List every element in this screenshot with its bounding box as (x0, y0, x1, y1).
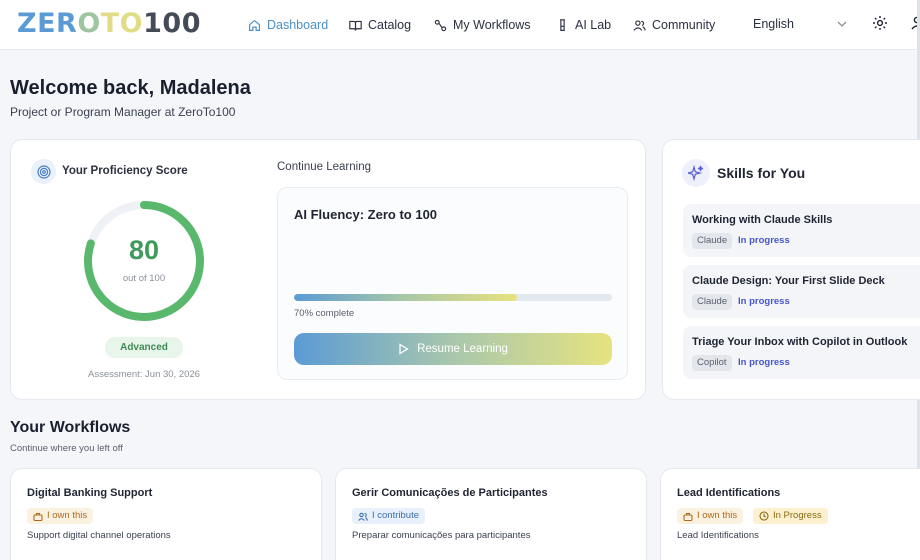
workflow-card[interactable]: Lead Identifications I own this In Progr… (660, 468, 920, 560)
page-title: Welcome back, Madalena (10, 77, 251, 99)
skill-status: In progress (738, 235, 790, 246)
workflow-description: Support digital channel operations (27, 530, 171, 541)
contributor-badge: I contribute (352, 508, 425, 524)
skill-status: In progress (738, 357, 790, 368)
progress-text: 70% complete (294, 308, 355, 319)
nav-ai-lab-label: AI Lab (575, 18, 612, 32)
nav-my-workflows[interactable]: My Workflows (434, 14, 531, 36)
user-role: Project or Program Manager at ZeroTo100 (10, 105, 236, 119)
ownership-badge: I own this (677, 508, 744, 524)
nav-ai-lab[interactable]: AI Lab (556, 14, 611, 36)
play-icon (399, 343, 409, 355)
proficiency-card: Your Proficiency Score 80 out of 100 Adv… (10, 139, 646, 400)
nav-dashboard[interactable]: Dashboard (248, 14, 328, 36)
workflow-icon (434, 19, 447, 31)
workflows-subtitle: Continue where you left off (10, 443, 123, 454)
workflow-card[interactable]: Digital Banking Support I own this Suppo… (10, 468, 322, 560)
skill-tag: Claude (692, 294, 733, 310)
nav-community[interactable]: Community (633, 14, 715, 36)
nav-catalog[interactable]: Catalog (349, 14, 411, 36)
ownership-badge-label: I own this (47, 510, 88, 521)
nav-catalog-label: Catalog (368, 18, 412, 32)
workflow-description: Lead Identifications (677, 530, 759, 541)
skill-status: In progress (738, 296, 790, 307)
nav-my-workflows-label: My Workflows (453, 18, 531, 32)
home-icon (249, 19, 260, 31)
target-icon (31, 159, 56, 184)
workflows-title: Your Workflows (10, 419, 131, 436)
status-badge: In Progress (753, 508, 828, 524)
clock-icon (759, 511, 769, 521)
skill-title: Working with Claude Skills (692, 214, 833, 226)
skill-item[interactable]: Claude Design: Your First Slide Deck Cla… (683, 265, 920, 318)
skill-title: Claude Design: Your First Slide Deck (692, 275, 885, 287)
resume-learning-button[interactable]: Resume Learning (294, 333, 612, 365)
workflow-name: Lead Identifications (677, 487, 781, 499)
score-max: out of 100 (122, 273, 166, 284)
status-badge-label: In Progress (773, 510, 822, 521)
briefcase-icon (683, 512, 693, 521)
users-icon (633, 19, 646, 31)
proficiency-title: Your Proficiency Score (62, 165, 188, 177)
workflow-description: Preparar comunicações para participantes (352, 530, 531, 541)
language-label: English (753, 17, 794, 31)
level-badge: Advanced (105, 337, 183, 358)
resume-learning-label: Resume Learning (417, 343, 508, 355)
skill-item[interactable]: Working with Claude Skills Claude In pro… (683, 204, 920, 257)
skill-title: Triage Your Inbox with Copilot in Outloo… (692, 336, 908, 348)
book-icon (349, 20, 362, 30)
briefcase-icon (33, 512, 43, 521)
workflow-card[interactable]: Gerir Comunicações de Participantes I co… (335, 468, 647, 560)
assessment-date: Assessment: Jun 30, 2026 (88, 369, 200, 380)
score-value: 80 (128, 235, 160, 265)
chevron-down-icon[interactable] (836, 18, 848, 30)
skill-tag: Copilot (692, 355, 732, 371)
course-card[interactable]: AI Fluency: Zero to 100 70% complete Res… (277, 187, 628, 380)
progress-bar (294, 294, 612, 301)
workflow-name: Gerir Comunicações de Participantes (352, 487, 548, 499)
sparkles-icon (682, 159, 710, 187)
workflow-name: Digital Banking Support (27, 487, 153, 499)
users-icon (358, 512, 368, 521)
gear-icon[interactable] (872, 15, 888, 31)
contributor-badge-label: I contribute (372, 510, 419, 521)
ownership-badge: I own this (27, 508, 94, 524)
logo[interactable]: ZEROTO100 (17, 8, 201, 40)
skills-title: Skills for You (717, 165, 806, 181)
top-nav: ZEROTO100 Dashboard Catalog My Workflows… (0, 0, 920, 50)
skills-card: Skills for You Working with Claude Skill… (662, 139, 920, 400)
language-select[interactable]: English (753, 14, 794, 34)
flask-icon (560, 18, 565, 31)
ownership-badge-label: I own this (697, 510, 738, 521)
continue-learning-title: Continue Learning (277, 161, 371, 173)
nav-community-label: Community (652, 18, 716, 32)
course-title: AI Fluency: Zero to 100 (294, 207, 438, 222)
progress-fill (294, 294, 517, 301)
skill-tag: Claude (692, 233, 733, 249)
nav-dashboard-label: Dashboard (267, 18, 329, 32)
skill-item[interactable]: Triage Your Inbox with Copilot in Outloo… (683, 326, 920, 379)
